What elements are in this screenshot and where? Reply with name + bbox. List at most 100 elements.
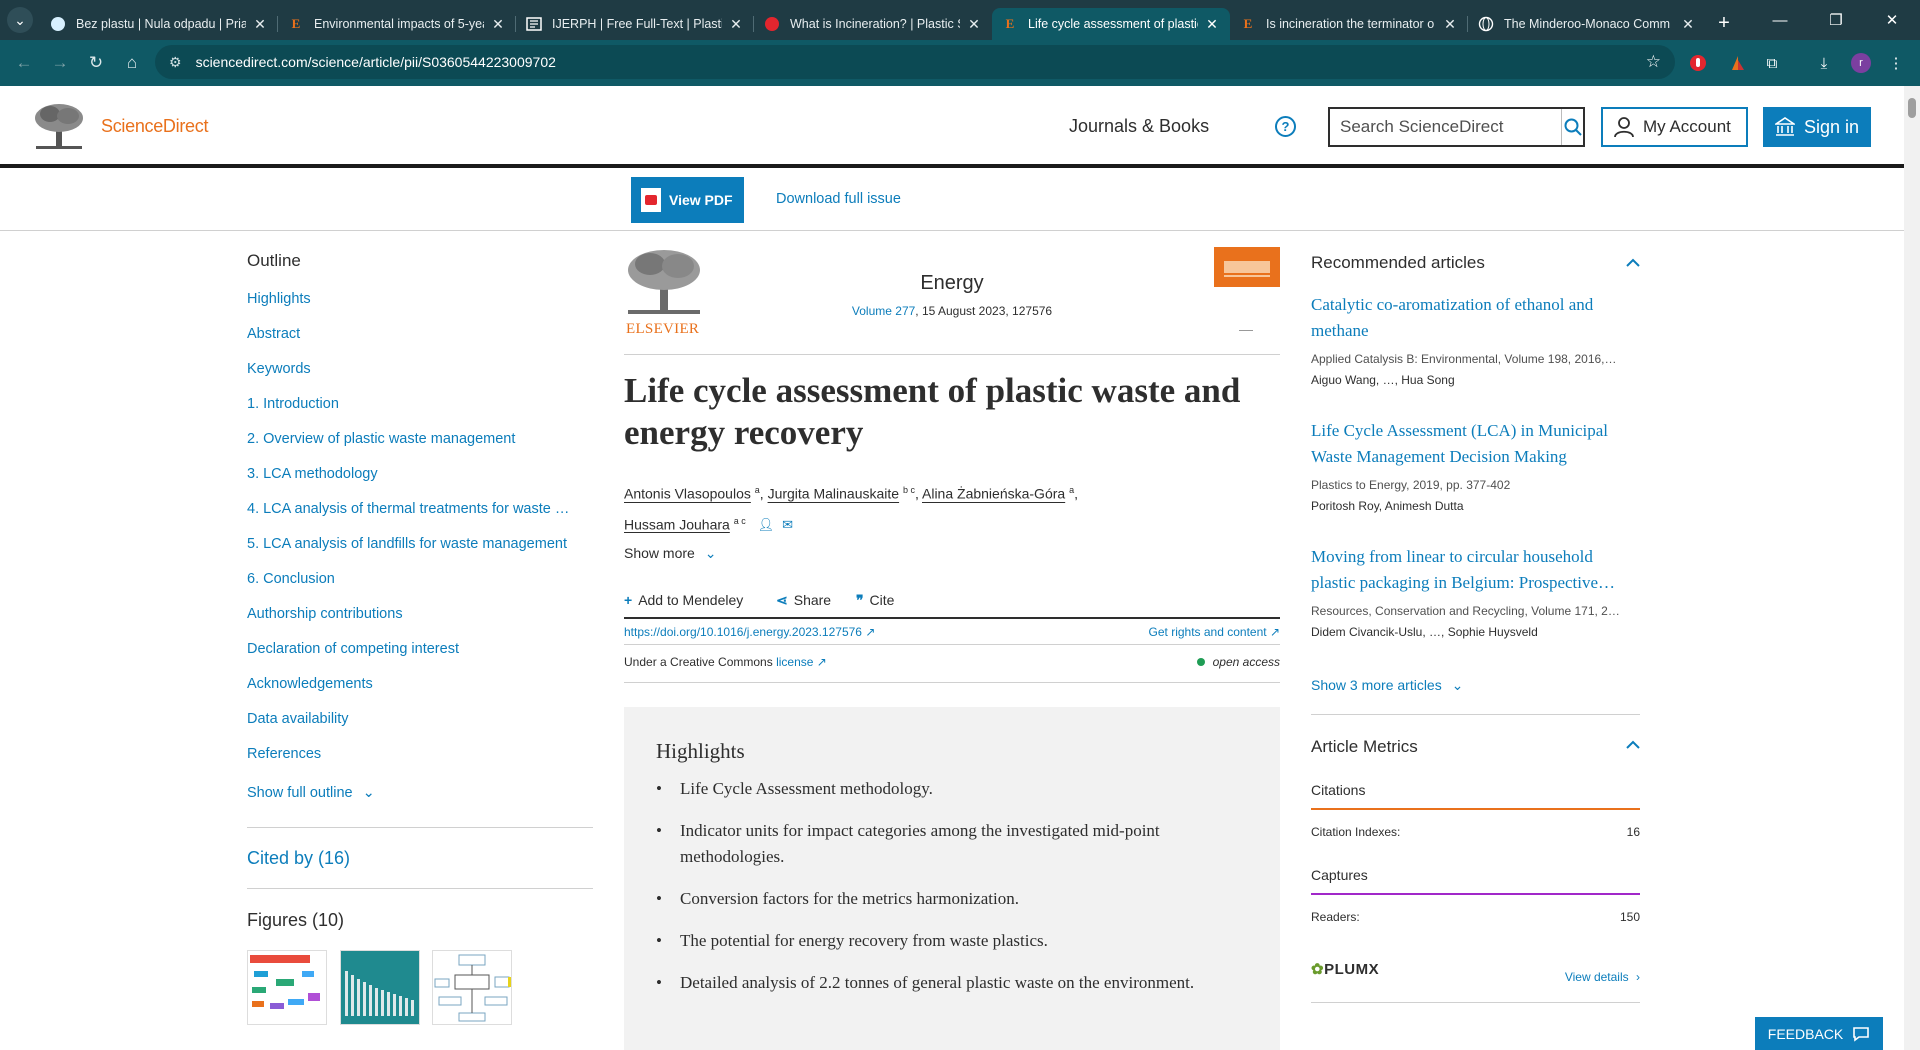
- browser-tab-active[interactable]: E Life cycle assessment of plastic ✕: [992, 8, 1230, 40]
- browser-tab[interactable]: E Is incineration the terminator o ✕: [1230, 8, 1468, 40]
- highlight-item: Life Cycle Assessment methodology.: [656, 776, 1248, 802]
- close-tab-icon[interactable]: ✕: [490, 16, 506, 33]
- outline-link[interactable]: Acknowledgements: [247, 675, 593, 710]
- affiliation-sup: a: [754, 485, 760, 495]
- recommended-heading[interactable]: Recommended articles: [1311, 253, 1485, 273]
- page-scrollbar[interactable]: [1904, 86, 1920, 1050]
- forward-arrow-icon[interactable]: →: [42, 45, 78, 81]
- reload-icon[interactable]: ↻: [78, 45, 114, 81]
- figure-thumbnail[interactable]: [340, 950, 420, 1025]
- restore-icon[interactable]: ❐: [1808, 0, 1864, 40]
- back-arrow-icon[interactable]: ←: [6, 45, 42, 81]
- browser-tab[interactable]: E Environmental impacts of 5-yea ✕: [278, 8, 516, 40]
- help-icon[interactable]: ?: [1275, 116, 1296, 137]
- journal-title[interactable]: Energy: [624, 272, 1280, 295]
- minimize-icon[interactable]: —: [1752, 0, 1808, 40]
- globe-icon: [1478, 16, 1494, 32]
- outline-link[interactable]: Highlights: [247, 290, 593, 325]
- sciencedirect-wordmark[interactable]: ScienceDirect: [101, 116, 208, 137]
- view-details-link[interactable]: View details ›: [1565, 970, 1640, 984]
- profile-avatar[interactable]: r: [1845, 46, 1877, 80]
- extension-red-icon[interactable]: [1682, 46, 1714, 80]
- feedback-button[interactable]: FEEDBACK: [1755, 1017, 1883, 1050]
- author-link[interactable]: Alina Żabnieńska-Góra: [922, 486, 1065, 502]
- show-full-outline-button[interactable]: Show full outline ⌄: [247, 785, 593, 801]
- extension-orange-icon[interactable]: [1722, 46, 1754, 80]
- browser-tab[interactable]: Bez plastu | Nula odpadu | Priat ✕: [40, 8, 278, 40]
- search-input[interactable]: [1330, 109, 1561, 145]
- outline-link[interactable]: Abstract: [247, 325, 593, 360]
- recommended-source: Applied Catalysis B: Environmental, Volu…: [1311, 352, 1617, 366]
- author-link[interactable]: Jurgita Malinauskaite: [768, 486, 900, 502]
- site-info-icon[interactable]: ⚙: [169, 54, 182, 71]
- recommended-article-link[interactable]: Catalytic co-aromatization of ethanol an…: [1311, 292, 1640, 344]
- close-tab-icon[interactable]: ✕: [252, 16, 268, 33]
- outline-link[interactable]: 3. LCA methodology: [247, 465, 593, 500]
- journals-books-link[interactable]: Journals & Books: [1069, 116, 1209, 137]
- author-link[interactable]: Hussam Jouhara: [624, 516, 730, 532]
- extensions-puzzle-icon[interactable]: ⧉: [1756, 46, 1788, 80]
- close-tab-icon[interactable]: ✕: [1680, 16, 1696, 33]
- download-icon[interactable]: ⤓: [1808, 46, 1840, 80]
- address-bar[interactable]: ⚙ sciencedirect.com/science/article/pii/…: [155, 45, 1675, 79]
- scrollbar-thumb[interactable]: [1908, 98, 1916, 118]
- sign-in-button[interactable]: Sign in: [1763, 107, 1871, 147]
- show-more-button[interactable]: Show more ⌄: [624, 545, 716, 562]
- outline-link[interactable]: 5. LCA analysis of landfills for waste m…: [247, 535, 593, 570]
- plumx-logo[interactable]: ✿PLUMX: [1311, 960, 1379, 978]
- journal-cover-thumbnail[interactable]: [1214, 247, 1280, 287]
- browser-tab[interactable]: IJERPH | Free Full-Text | Plastic W ✕: [516, 8, 754, 40]
- recommended-article-link[interactable]: Life Cycle Assessment (LCA) in Municipal…: [1311, 418, 1640, 470]
- metrics-heading[interactable]: Article Metrics: [1311, 737, 1418, 757]
- outline-link[interactable]: References: [247, 745, 593, 780]
- figure-thumbnail[interactable]: [432, 950, 512, 1025]
- readers-label: Readers:: [1311, 910, 1360, 924]
- license-link[interactable]: license ↗: [776, 655, 827, 669]
- outline-link[interactable]: 6. Conclusion: [247, 570, 593, 605]
- citation-indexes-value: 16: [1626, 825, 1640, 839]
- outline-link[interactable]: 1. Introduction: [247, 395, 593, 430]
- browser-tab[interactable]: The Minderoo-Monaco Comm ✕: [1468, 8, 1706, 40]
- cite-button[interactable]: ❞ Cite: [856, 592, 894, 609]
- chevron-up-icon[interactable]: [1626, 738, 1640, 752]
- close-window-icon[interactable]: ✕: [1864, 0, 1920, 40]
- browser-menu-icon[interactable]: ⋮: [1880, 46, 1912, 80]
- share-button[interactable]: ⋖ Share: [776, 592, 831, 609]
- download-full-issue-link[interactable]: Download full issue: [776, 191, 901, 207]
- author-link[interactable]: Antonis Vlasopoulos: [624, 486, 751, 502]
- show-more-articles-button[interactable]: Show 3 more articles ⌄: [1311, 677, 1463, 694]
- close-tab-icon[interactable]: ✕: [1442, 16, 1458, 33]
- outline-link[interactable]: Authorship contributions: [247, 605, 593, 640]
- add-to-mendeley-button[interactable]: + Add to Mendeley: [624, 592, 743, 608]
- cited-by-link[interactable]: Cited by (16): [247, 848, 350, 869]
- person-icon[interactable]: 👤︎: [758, 517, 775, 532]
- email-icon[interactable]: ✉︎: [782, 517, 793, 532]
- outline-link[interactable]: 2. Overview of plastic waste management: [247, 430, 593, 465]
- close-tab-icon[interactable]: ✕: [1204, 16, 1220, 33]
- recommended-article-link[interactable]: Moving from linear to circular household…: [1311, 544, 1640, 596]
- pdf-toolbar: View PDF Download full issue: [0, 168, 1904, 231]
- outline-link[interactable]: 4. LCA analysis of thermal treatments fo…: [247, 500, 593, 535]
- figure-thumbnail[interactable]: [247, 950, 327, 1025]
- new-tab-button[interactable]: +: [1706, 12, 1742, 35]
- volume-link[interactable]: Volume 277: [852, 304, 915, 318]
- home-icon[interactable]: ⌂: [114, 45, 150, 81]
- tab-search-button[interactable]: ⌄: [0, 0, 40, 40]
- outline-link[interactable]: Data availability: [247, 710, 593, 745]
- elsevier-tree-logo[interactable]: [32, 102, 86, 150]
- my-account-button[interactable]: My Account: [1601, 107, 1748, 147]
- doi-link[interactable]: https://doi.org/10.1016/j.energy.2023.12…: [624, 625, 875, 639]
- external-link-icon: ↗: [1269, 625, 1280, 639]
- close-tab-icon[interactable]: ✕: [966, 16, 982, 33]
- browser-tab[interactable]: What is Incineration? | Plastic So ✕: [754, 8, 992, 40]
- chat-bubble-icon: [1853, 1026, 1870, 1042]
- search-button[interactable]: [1561, 109, 1583, 145]
- bookmark-star-icon[interactable]: ☆: [1646, 52, 1661, 72]
- close-tab-icon[interactable]: ✕: [728, 16, 744, 33]
- chevron-up-icon[interactable]: [1626, 256, 1640, 270]
- outline-link[interactable]: Declaration of competing interest: [247, 640, 593, 675]
- outline-link[interactable]: Keywords: [247, 360, 593, 395]
- get-rights-link[interactable]: Get rights and content ↗: [1149, 625, 1280, 639]
- view-pdf-button[interactable]: View PDF: [631, 177, 744, 223]
- divider: [624, 644, 1280, 645]
